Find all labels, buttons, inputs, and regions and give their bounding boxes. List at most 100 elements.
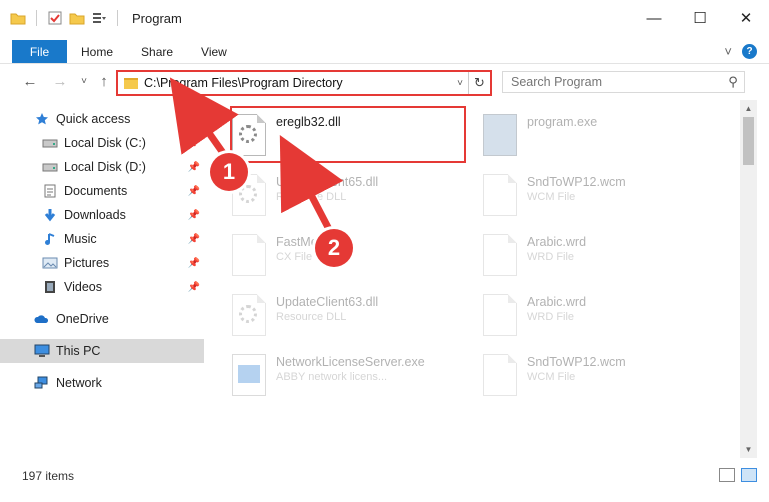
pin-icon[interactable]: 📌	[188, 138, 200, 149]
folder-icon	[10, 10, 26, 26]
details-view-icon[interactable]	[719, 468, 735, 482]
nav-item-local-disk-d[interactable]: Local Disk (D:) 📌	[0, 155, 204, 179]
toolbar-divider	[117, 10, 118, 26]
file-type: WRD File	[527, 311, 575, 323]
pictures-icon	[42, 256, 58, 270]
file-item-updateclient65-dll[interactable]: UpdateClient65.dll Resource DLL	[232, 168, 472, 224]
file-type: CX File	[276, 251, 313, 263]
file-item-arabic-wrd[interactable]: Arabic.wrd WRD File	[483, 228, 723, 284]
title-bar: Program — ☐ ✕	[0, 0, 769, 36]
address-dropdown-icon[interactable]: ˅	[452, 78, 468, 89]
nav-item-pictures[interactable]: Pictures 📌	[0, 251, 204, 275]
star-icon	[34, 112, 50, 126]
ribbon-tabs: File Home Share View ˅ ?	[0, 40, 769, 64]
back-button[interactable]: ←	[20, 71, 40, 91]
navigation-row: ← → ˅ ↑ C:\Program Files\Program Directo…	[0, 66, 769, 98]
nav-item-label: OneDrive	[56, 312, 109, 326]
file-name: program.exe	[527, 115, 598, 129]
file-type: ABBY network licens...	[276, 371, 388, 383]
file-name: UpdateClient63.dll	[276, 295, 379, 309]
nav-item-downloads[interactable]: Downloads 📌	[0, 203, 204, 227]
download-icon	[42, 208, 58, 222]
nav-item-documents[interactable]: Documents 📌	[0, 179, 204, 203]
file-item-networklicenseserver-exe[interactable]: NetworkLicenseServer.exe ABBY network li…	[232, 348, 472, 404]
up-button[interactable]: ↑	[94, 71, 114, 91]
file-type: Resource DLL	[276, 191, 347, 203]
nav-item-label: Local Disk (C:)	[64, 136, 146, 150]
properties-icon[interactable]	[47, 10, 63, 26]
file-name: Arabic.wrd	[527, 295, 587, 309]
expand-ribbon-icon[interactable]: ˅	[724, 44, 732, 59]
close-button[interactable]: ✕	[723, 0, 769, 36]
nav-item-label: Videos	[64, 280, 102, 294]
address-path[interactable]: C:\Program Files\Program Directory	[144, 76, 452, 90]
step-2-badge: 2	[315, 229, 353, 267]
forward-button[interactable]: →	[50, 71, 70, 91]
nav-item-onedrive[interactable]: OneDrive	[0, 307, 204, 331]
nav-item-label: Documents	[64, 184, 128, 198]
nav-item-music[interactable]: Music 📌	[0, 227, 204, 251]
file-item-fastme[interactable]: FastMe CX File	[232, 228, 472, 284]
search-icon[interactable]: ⚲	[722, 74, 744, 90]
customize-toolbar-icon[interactable]	[91, 10, 107, 26]
pin-icon[interactable]: 📌	[188, 210, 200, 221]
maximize-button[interactable]: ☐	[677, 0, 723, 36]
nav-item-label: Network	[56, 376, 102, 390]
computer-icon	[34, 344, 50, 358]
file-type: WCM File	[527, 371, 576, 383]
new-folder-icon[interactable]	[69, 10, 85, 26]
nav-item-videos[interactable]: Videos 📌	[0, 275, 204, 299]
file-name: UpdateClient65.dll	[276, 175, 379, 189]
address-bar[interactable]: C:\Program Files\Program Directory ˅ ↻	[116, 70, 492, 96]
generic-file-icon	[483, 354, 517, 396]
nav-item-network[interactable]: Network	[0, 371, 204, 395]
file-item-updateclient63-dll[interactable]: UpdateClient63.dll Resource DLL	[232, 288, 472, 344]
help-icon[interactable]: ?	[742, 44, 757, 59]
drive-icon	[42, 136, 58, 150]
large-icons-view-icon[interactable]	[741, 468, 757, 482]
pin-icon[interactable]: 📌	[188, 282, 200, 293]
generic-file-icon	[483, 294, 517, 336]
pin-icon[interactable]: 📌	[188, 162, 200, 173]
file-name: Arabic.wrd	[527, 235, 587, 249]
file-item-sndtowp12-wcm-2[interactable]: SndToWP12.wcm WCM File	[483, 348, 723, 404]
vertical-scrollbar[interactable]: ▲ ▼	[740, 100, 757, 458]
view-toggle	[719, 468, 757, 482]
refresh-icon[interactable]: ↻	[468, 72, 490, 94]
file-item-program-exe[interactable]: program.exe	[483, 108, 723, 164]
file-type: Resource DLL	[276, 311, 347, 323]
folder-icon	[124, 77, 138, 89]
tab-file[interactable]: File	[12, 40, 67, 63]
search-box[interactable]: ⚲	[502, 71, 745, 93]
nav-item-this-pc[interactable]: This PC	[0, 339, 204, 363]
scroll-up-arrow-icon[interactable]: ▲	[740, 100, 757, 117]
item-count: 197 items	[22, 469, 75, 483]
nav-item-label: Downloads	[64, 208, 126, 222]
tab-share[interactable]: Share	[127, 40, 187, 63]
nav-item-label: Pictures	[64, 256, 110, 270]
pin-icon[interactable]: 📌	[188, 234, 200, 245]
dll-file-icon	[232, 294, 266, 336]
exe-file-icon	[483, 114, 517, 156]
nav-item-label: Music	[64, 232, 97, 246]
ribbon-right-controls: ˅ ?	[724, 44, 757, 59]
status-bar: 197 items	[0, 464, 769, 488]
pin-icon[interactable]: 📌	[188, 258, 200, 269]
scroll-down-arrow-icon[interactable]: ▼	[740, 441, 757, 458]
quick-access-toolbar: Program	[0, 10, 182, 26]
recent-locations-button[interactable]: ˅	[74, 71, 94, 91]
file-item-arabic-wrd-2[interactable]: Arabic.wrd WRD File	[483, 288, 723, 344]
nav-item-local-disk-c[interactable]: Local Disk (C:) 📌	[0, 131, 204, 155]
pin-icon[interactable]: 📌	[188, 186, 200, 197]
search-input[interactable]	[503, 75, 722, 89]
scrollbar-thumb[interactable]	[743, 117, 754, 165]
step-1-badge: 1	[210, 153, 248, 191]
nav-item-quick-access[interactable]: Quick access	[0, 107, 204, 131]
tab-view[interactable]: View	[187, 40, 241, 63]
file-item-sndtowp12-wcm[interactable]: SndToWP12.wcm WCM File	[483, 168, 723, 224]
documents-icon	[42, 184, 58, 198]
tab-home[interactable]: Home	[67, 40, 127, 63]
window-title: Program	[132, 10, 182, 26]
minimize-button[interactable]: —	[631, 0, 677, 36]
network-icon	[34, 376, 50, 390]
